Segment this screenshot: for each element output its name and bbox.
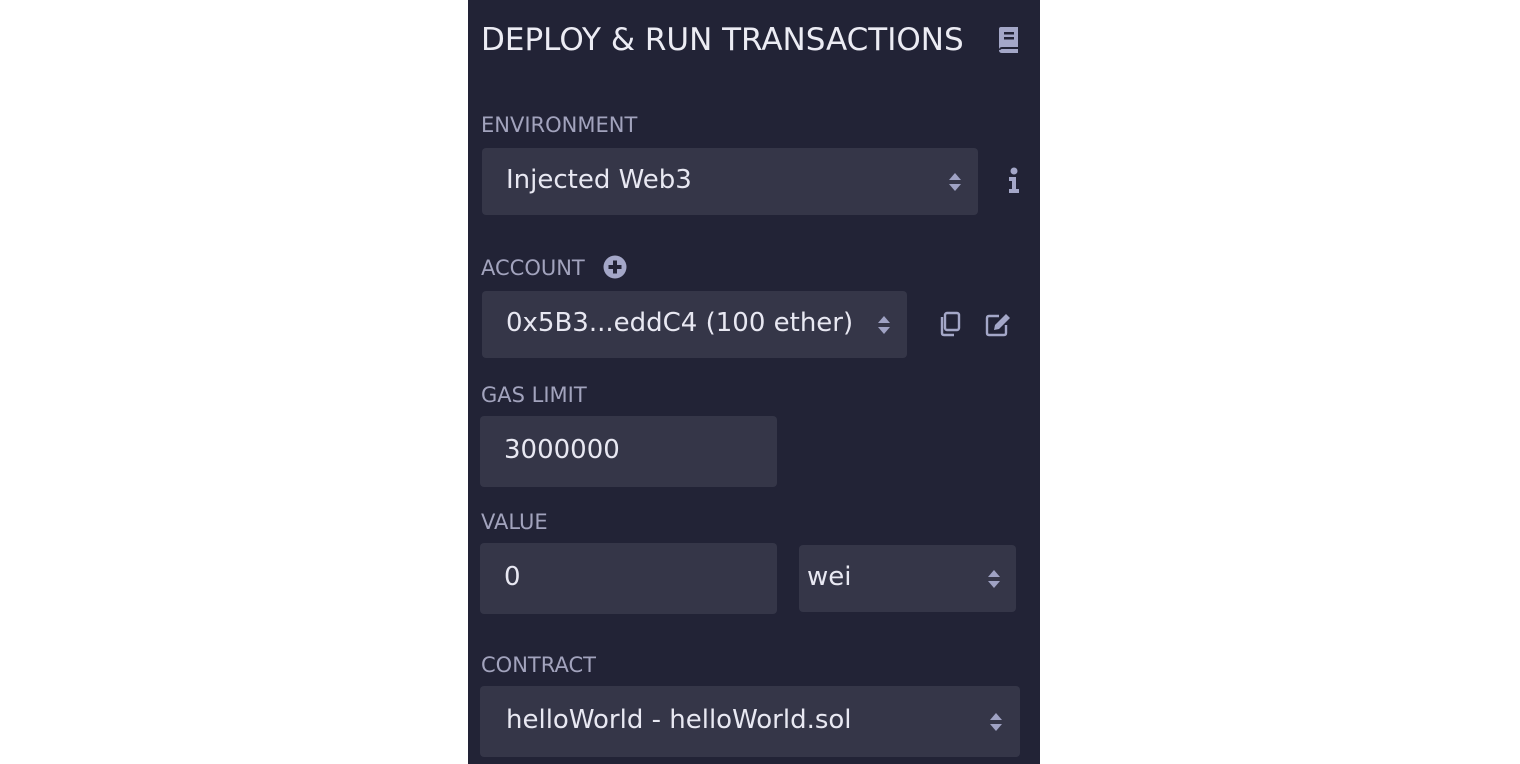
plus-circle-icon[interactable] bbox=[603, 255, 627, 283]
contract-selected-value: helloWorld - helloWorld.sol bbox=[506, 705, 852, 735]
gas-limit-input[interactable]: 3000000 bbox=[480, 416, 777, 487]
value-unit-selected: wei bbox=[807, 562, 852, 592]
value-amount: 0 bbox=[504, 562, 521, 592]
deploy-run-panel: DEPLOY & RUN TRANSACTIONS ENVIRONMENT In… bbox=[468, 0, 1040, 764]
value-label: VALUE bbox=[481, 510, 548, 534]
contract-label: CONTRACT bbox=[481, 653, 596, 677]
environment-selected-value: Injected Web3 bbox=[506, 165, 692, 195]
info-icon[interactable] bbox=[1008, 167, 1020, 199]
gas-limit-label: GAS LIMIT bbox=[481, 383, 587, 407]
edit-icon[interactable] bbox=[985, 311, 1013, 341]
book-icon[interactable] bbox=[996, 26, 1020, 54]
gas-limit-value: 3000000 bbox=[504, 435, 620, 465]
copy-icon[interactable] bbox=[938, 311, 962, 341]
account-label: ACCOUNT bbox=[481, 256, 585, 280]
environment-select[interactable]: Injected Web3 bbox=[482, 148, 978, 215]
page-title: DEPLOY & RUN TRANSACTIONS bbox=[481, 22, 964, 58]
account-selected-value: 0x5B3...eddC4 (100 ether) bbox=[506, 308, 854, 338]
select-arrows-icon bbox=[987, 567, 1001, 591]
select-arrows-icon bbox=[877, 313, 891, 337]
select-arrows-icon bbox=[989, 710, 1003, 734]
value-unit-select[interactable]: wei bbox=[799, 545, 1016, 612]
account-select[interactable]: 0x5B3...eddC4 (100 ether) bbox=[482, 291, 907, 358]
select-arrows-icon bbox=[948, 170, 962, 194]
value-input[interactable]: 0 bbox=[480, 543, 777, 614]
environment-label: ENVIRONMENT bbox=[481, 113, 638, 137]
contract-select[interactable]: helloWorld - helloWorld.sol bbox=[480, 686, 1020, 757]
